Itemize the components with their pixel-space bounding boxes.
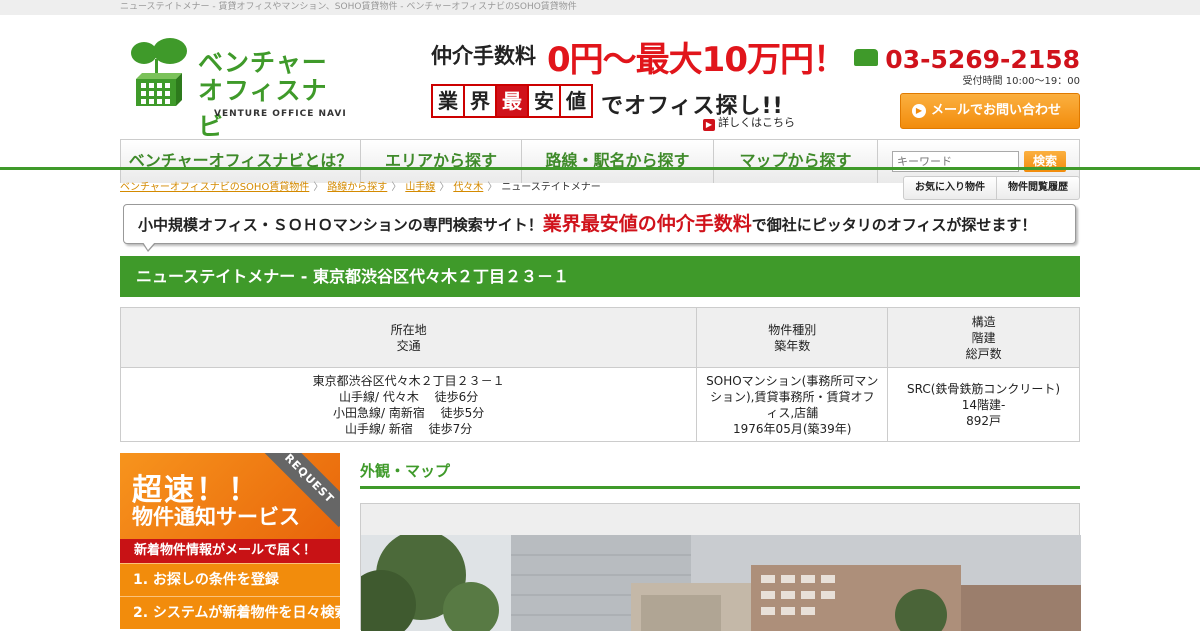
exterior-photo [360,503,1081,631]
table-header-row: 所在地 交通 物件種別 築年数 構造 階建 総戸数 [119,307,1080,368]
tagline-post: で御社にピッタリのオフィスが探せます！ [751,216,1037,234]
header-location: 所在地 交通 [119,307,698,368]
chevron-right-icon: 〉 [487,182,498,193]
sprout-building-icon [131,38,187,106]
notify-step-1: 1. お探しの条件を登録 [120,563,340,596]
breadcrumb-yoyogi[interactable]: 代々木 [453,182,483,193]
chevron-right-icon: 〉 [313,182,324,193]
building-photo-image [361,535,1081,631]
site-logo[interactable]: ベンチャー オフィスナビ VENTURE OFFICE NAVI [130,37,346,141]
tel-number: 03-5269-2158 [885,45,1080,74]
section-heading: 外観・マップ [360,453,1080,489]
nav-area-search[interactable]: エリアから探す [361,140,522,183]
promo-more-link[interactable]: ▶ 詳しくはこちら [703,114,795,131]
page-title-strip: ニューステイトメナー - 賃貸オフィスやマンション、SOHO賃貸物件 - ベンチ… [0,0,1200,15]
bubble-tail-inner [143,242,155,250]
notify-subtitle: 新着物件情報がメールで届く！ [120,539,340,563]
cell-location: 東京都渋谷区代々木２丁目２３－１ 山手線/ 代々木 徒歩6分 小田急線/ 南新宿 徒… [119,367,698,442]
promo-box: 業 [432,85,464,117]
breadcrumb-current: ニューステイトメナー [501,182,601,193]
user-tabs: お気に入り物件 物件閲覧履歴 [903,176,1080,200]
breadcrumb-yamanote[interactable]: 山手線 [405,182,435,193]
chevron-right-icon: 〉 [391,182,402,193]
history-tab[interactable]: 物件閲覧履歴 [996,177,1079,199]
chevron-right-icon: 〉 [439,182,450,193]
promo-highlight: 0円〜最大10万円！ [547,40,847,80]
property-info-table: 所在地 交通 物件種別 築年数 構造 階建 総戸数 東京都渋谷区代々木２丁目２３－１ 山手… [119,307,1080,442]
tagline-bubble: 小中規模オフィス・ＳＯＨＯマンションの専門検索サイト！業界最安値の仲介手数料で御… [123,204,1076,252]
nav-about[interactable]: ベンチャーオフィスナビとは？ [121,140,361,183]
promo-box: 界 [464,85,496,117]
cell-type: SOHOマンション(事務所可マンション),賃貸事務所・賃貸オフィス,店舗 1976… [696,367,889,442]
header-divider [0,167,1200,170]
promo-box: 安 [528,85,560,117]
table-row: 東京都渋谷区代々木２丁目２３－１ 山手線/ 代々木 徒歩6分 小田急線/ 南新宿 徒… [119,367,1080,442]
nav-line-station-search[interactable]: 路線・駅名から探す [522,140,714,183]
breadcrumb-home[interactable]: ベンチャーオフィスナビのSOHO賃貸物件 [120,182,309,193]
promo-banner[interactable]: 仲介手数料 0円〜最大10万円！ 業 界 最 安 値 でオフィス探し!! ▶ 詳し… [431,32,847,131]
tagline-pre: 小中規模オフィス・ＳＯＨＯマンションの専門検索サイト！ [138,216,543,234]
nav-map-search[interactable]: マップから探す [714,140,878,183]
arrow-circle-icon: ▶ [912,104,926,118]
notify-banner-top: 超速！！ 物件通知サービス REQUEST [120,453,340,539]
header-structure: 構造 階建 総戸数 [887,307,1080,368]
breadcrumb: ベンチャーオフィスナビのSOHO賃貸物件〉路線から探す〉山手線〉代々木〉ニュース… [120,178,601,193]
property-title: ニューステイトメナー - 東京都渋谷区代々木２丁目２３－１ [120,256,1080,297]
breadcrumb-line-search[interactable]: 路線から探す [327,182,387,193]
main-section: 外観・マップ [360,453,1080,489]
contact-tel: 03-5269-2158 受付時間 10:00〜19：00 [854,45,1080,87]
promo-box-highlight: 最 [496,85,528,117]
notify-title2: 物件通知サービス [132,505,300,529]
notify-step-2: 2. システムが新着物件を日々検索 [120,596,349,629]
business-hours: 受付時間 10:00〜19：00 [962,76,1080,87]
notify-service-banner[interactable]: 超速！！ 物件通知サービス REQUEST 新着物件情報がメールで届く！ 1. … [120,453,349,630]
play-arrow-icon: ▶ [703,119,715,131]
mail-contact-button[interactable]: ▶ メールでお問い合わせ [900,93,1080,129]
promo-prefix: 仲介手数料 [431,44,536,68]
promo-box: 値 [560,85,592,117]
header-type: 物件種別 築年数 [696,307,889,368]
tagline-highlight: 業界最安値の仲介手数料 [542,213,752,235]
cell-structure: SRC(鉄骨鉄筋コンクリート) 14階建- 892戸 [887,367,1080,442]
promo-more-label: 詳しくはこちら [718,116,795,129]
phone-icon [854,49,879,66]
logo-subtext: VENTURE OFFICE NAVI [214,109,347,119]
promo-boxes: 業 界 最 安 値 [431,84,593,118]
logo-text-line2: オフィスナビ [198,76,328,141]
favorites-tab[interactable]: お気に入り物件 [904,177,996,199]
mail-contact-label: メールでお問い合わせ [931,103,1062,118]
